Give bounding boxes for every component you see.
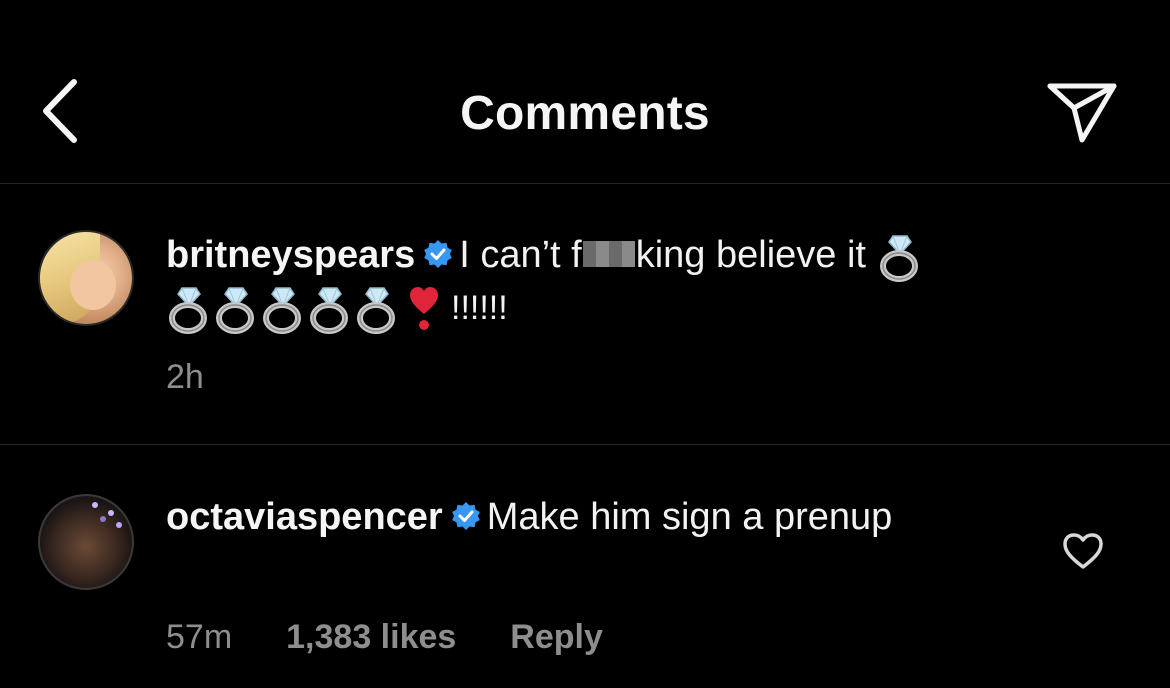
comment-body-part: I can’t f	[459, 234, 582, 276]
comment-timestamp: 57m	[166, 618, 233, 656]
likes-count[interactable]: 1,383 likes	[286, 618, 456, 656]
comment-body-part: !!!!!!	[451, 288, 508, 327]
avatar[interactable]	[38, 494, 134, 590]
comment-username[interactable]: britneyspears	[166, 234, 415, 276]
ring-emoji-icon	[216, 287, 254, 334]
like-button[interactable]	[1062, 532, 1104, 570]
ring-emoji-icon	[310, 287, 348, 334]
heart-outline-icon	[1063, 533, 1103, 569]
comment-text: britneyspears I can’t f king believe it !…	[166, 230, 1076, 334]
comments-screen: Comments britneyspears I can’t f king bel…	[0, 0, 1170, 688]
comment-timestamp: 2h	[166, 358, 204, 396]
verified-badge-icon	[451, 501, 480, 530]
comment-meta: 57m 1,383 likes Reply	[166, 618, 657, 657]
comment-body-part: king believe it	[635, 234, 866, 276]
comment-username[interactable]: octaviaspencer	[166, 496, 443, 538]
header-bar: Comments	[0, 0, 1170, 184]
comment-body: Make him sign a prenup	[486, 496, 893, 538]
share-button[interactable]	[1046, 80, 1118, 146]
comment-item: britneyspears I can’t f king believe it !…	[0, 184, 1170, 445]
page-title: Comments	[460, 87, 710, 140]
reply-button[interactable]: Reply	[510, 618, 603, 656]
heart-exclamation-icon	[410, 286, 438, 330]
comment-text: octaviaspencer Make him sign a prenup	[166, 492, 926, 543]
ring-emoji-icon	[169, 287, 207, 334]
ring-emoji-icon	[879, 235, 918, 282]
verified-badge-icon	[424, 239, 453, 268]
comment-meta: 2h	[166, 358, 258, 397]
ring-emoji-icon	[263, 287, 301, 334]
censor-blur	[582, 240, 635, 267]
comment-item: octaviaspencer Make him sign a prenup 57…	[0, 446, 1170, 688]
avatar[interactable]	[38, 230, 134, 326]
paper-plane-icon	[1047, 83, 1117, 143]
ring-emoji-icon	[357, 287, 395, 334]
